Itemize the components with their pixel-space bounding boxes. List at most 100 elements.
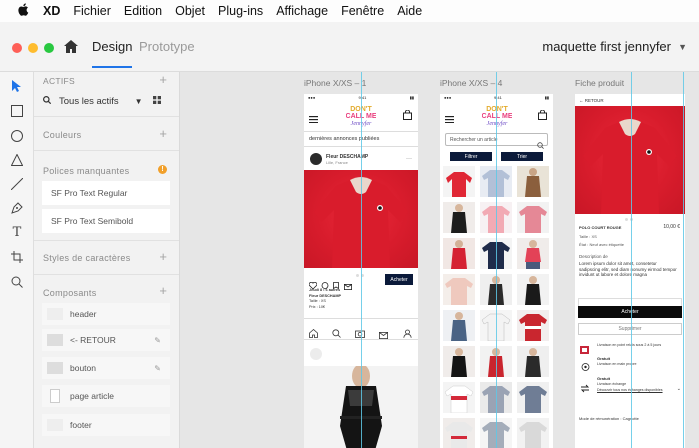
message-icon[interactable] <box>344 277 352 295</box>
shipping-option-3: Livraison échange <box>597 382 627 386</box>
grid-item[interactable] <box>443 346 475 377</box>
artboard-title[interactable]: iPhone X/XS – 4 <box>440 78 502 88</box>
component-thumbnail <box>47 362 63 374</box>
grid-item[interactable] <box>517 418 549 448</box>
menu-affichage[interactable]: Affichage <box>276 4 328 18</box>
relay-box-icon <box>580 341 589 359</box>
grid-item[interactable] <box>443 166 475 197</box>
missing-font-item[interactable]: SF Pro Text Regular <box>42 181 170 205</box>
component-item-bouton[interactable]: bouton ✎ <box>42 357 170 379</box>
component-label: page article <box>70 391 114 401</box>
line-icon[interactable] <box>9 176 25 192</box>
window-close-button[interactable] <box>12 43 22 53</box>
buy-button[interactable]: Acheter <box>385 274 413 285</box>
component-thumbnail <box>47 419 63 431</box>
sort-button[interactable]: Trier <box>501 152 543 161</box>
grid-item[interactable] <box>517 166 549 197</box>
menu-plug-ins[interactable]: Plug-ins <box>218 4 263 18</box>
grid-item[interactable] <box>443 418 475 448</box>
artboard-icon[interactable] <box>9 249 25 265</box>
grid-item[interactable] <box>443 382 475 414</box>
link-icon: ✎ <box>154 335 161 345</box>
buy-button[interactable]: Acheter <box>578 306 682 318</box>
chevron-down-icon[interactable]: ▼ <box>678 42 687 52</box>
ellipse-icon[interactable] <box>9 128 25 144</box>
layout-guide <box>631 72 632 448</box>
grid-item[interactable] <box>443 202 475 233</box>
add-color-button[interactable]: + <box>159 126 167 141</box>
grid-item[interactable] <box>517 310 549 341</box>
missing-font-item[interactable]: SF Pro Text Semibold <box>42 209 170 233</box>
grid-item[interactable] <box>443 310 475 341</box>
component-item-page-article[interactable]: page article <box>42 385 170 407</box>
add-component-button[interactable]: + <box>159 283 167 298</box>
mail-icon[interactable] <box>379 326 388 344</box>
divider <box>34 150 179 151</box>
search-icon[interactable] <box>332 325 341 343</box>
arrow-left-icon: ← <box>579 98 584 103</box>
post-date: Jeudi 8 • 6 autres <box>309 288 341 292</box>
second-post-avatar <box>310 348 322 360</box>
menu-fichier[interactable]: Fichier <box>73 4 111 18</box>
warning-icon: ! <box>158 165 167 174</box>
grid-item[interactable] <box>517 274 549 305</box>
artboard-fiche-produit[interactable]: ← RETOUR POLO COURT ROUGE 10,00 € Taille… <box>575 94 685 448</box>
menu-fenetre[interactable]: Fenêtre <box>341 4 384 18</box>
product-photo <box>575 106 685 214</box>
search-icon <box>42 95 52 107</box>
tab-design[interactable]: Design <box>92 39 133 68</box>
grid-item[interactable] <box>517 346 549 377</box>
payment-mode: Mode de rémunération : Cagnotte <box>579 416 639 421</box>
document-title[interactable]: maquette first jennyfer <box>542 39 671 54</box>
camera-icon[interactable] <box>355 325 365 343</box>
select-arrow-icon[interactable] <box>9 78 25 94</box>
product-size: Taille : XS <box>579 234 597 239</box>
menu-edition[interactable]: Edition <box>124 4 162 18</box>
rectangle-icon[interactable] <box>9 103 25 119</box>
product-description: Lorem ipsum dolor sit amet, consetetur s… <box>579 261 677 277</box>
design-canvas[interactable]: iPhone X/XS – 1 ●●●9:41▮▮ DON'T CALL ME … <box>180 72 699 448</box>
menu-aide[interactable]: Aide <box>397 4 422 18</box>
filter-button[interactable]: Filtrer <box>450 152 492 161</box>
tab-prototype[interactable]: Prototype <box>139 39 195 54</box>
window-minimize-button[interactable] <box>28 43 38 53</box>
window-zoom-button[interactable] <box>44 43 54 53</box>
product-name: POLO COURT ROUGE <box>579 225 622 230</box>
home-icon[interactable] <box>309 325 318 343</box>
exchange-link[interactable]: Découvrir tous nos échanges disponibles <box>597 388 663 392</box>
apple-icon[interactable] <box>18 3 29 19</box>
grid-item[interactable] <box>517 382 549 413</box>
add-asset-button[interactable]: + <box>159 72 167 87</box>
profile-icon[interactable] <box>403 325 412 343</box>
component-item-header[interactable]: header <box>42 303 170 325</box>
text-icon[interactable]: T <box>9 224 25 240</box>
brand-logo: DON'T CALL ME Jennyfer <box>482 103 513 127</box>
grid-item[interactable] <box>443 238 475 269</box>
chevron-down-icon[interactable]: ▼ <box>135 97 143 106</box>
menu-objet[interactable]: Objet <box>175 4 205 18</box>
chevron-down-icon[interactable]: ⌄ <box>677 386 681 392</box>
delete-button[interactable]: Supprimer <box>578 323 682 335</box>
menu-app-xd[interactable]: XD <box>43 4 60 18</box>
description-title: Description de <box>579 254 608 259</box>
component-thumbnail <box>50 389 60 403</box>
pen-icon[interactable] <box>9 200 25 216</box>
grid-item[interactable] <box>443 274 475 305</box>
hamburger-menu-icon <box>309 110 318 128</box>
assets-filter[interactable]: Tous les actifs ▼ <box>42 95 161 107</box>
artboard-title[interactable]: iPhone X/XS – 1 <box>304 78 366 88</box>
more-options-icon[interactable]: ··· <box>406 156 412 162</box>
add-char-style-button[interactable]: + <box>159 249 167 264</box>
home-icon[interactable] <box>64 40 78 54</box>
components-label: Composants <box>43 288 97 298</box>
mac-menubar: XD Fichier Edition Objet Plug-ins Affich… <box>0 0 699 22</box>
zoom-icon[interactable] <box>9 274 25 290</box>
artboard-title[interactable]: Fiche produit <box>575 78 624 88</box>
component-item-footer[interactable]: footer <box>42 414 170 436</box>
grid-view-icon[interactable] <box>152 96 161 107</box>
triangle-icon[interactable] <box>9 152 25 168</box>
back-link[interactable]: ← RETOUR <box>579 98 604 103</box>
component-item-retour[interactable]: <- RETOUR ✎ <box>42 329 170 351</box>
grid-item[interactable] <box>517 202 549 233</box>
grid-item[interactable] <box>517 238 549 269</box>
